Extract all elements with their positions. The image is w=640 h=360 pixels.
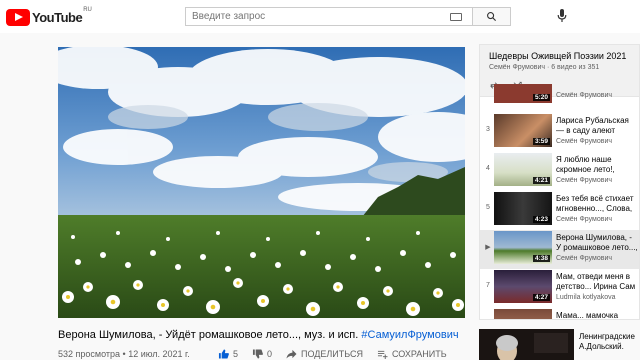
playlist-item-title: Лариса Рубальская — в саду алеют грозди,	[556, 116, 629, 135]
share-button[interactable]: ПОДЕЛИТЬСЯ	[286, 349, 363, 359]
playlist-item-channel: Семён Фрумович	[556, 138, 613, 145]
playlist-item[interactable]: 5:20 Семён Фрумович	[480, 84, 639, 104]
video-hashtag-link[interactable]: #СамуилФрумович	[361, 329, 458, 341]
save-playlist-icon	[377, 350, 388, 359]
youtube-logo[interactable]: YouTube RU	[6, 7, 92, 26]
now-playing-icon: ▶	[485, 244, 491, 251]
logo-region: RU	[83, 7, 92, 13]
playlist-item-thumbnail: 4:38	[494, 231, 552, 264]
playlist-item-thumbnail: 4:23	[494, 192, 552, 225]
like-count: 5	[233, 349, 239, 359]
recommended-video-title: Ленинградские А.Дольский.	[579, 332, 635, 352]
share-arrow-icon	[286, 349, 297, 359]
playlist-subtitle: Семён Фрумович · 6 видео из 351	[489, 64, 600, 71]
playlist-item-thumbnail: 5:20	[494, 84, 552, 103]
playlist-item-channel: Семён Фрумович	[556, 255, 613, 262]
playlist-item[interactable]: 8 Мама... мамочка	[480, 308, 639, 320]
search-icon	[487, 12, 497, 22]
microphone-icon[interactable]	[557, 9, 567, 23]
view-count: 532 просмотра	[58, 349, 121, 359]
playlist-item-channel: Ludmila kotlyakova	[556, 294, 616, 301]
playlist-item-thumbnail	[494, 309, 552, 319]
video-actions: 5 0 ПОДЕЛИТЬСЯ СОХРАНИТЬ	[218, 349, 461, 359]
upload-date: 12 июл. 2021 г.	[128, 349, 190, 359]
share-label: ПОДЕЛИТЬСЯ	[301, 349, 363, 359]
recommended-thumbnail-image	[479, 329, 574, 360]
video-title: Верона Шумилова, - Уйдёт ромашковое лето…	[58, 329, 459, 341]
playlist-item-index: 4	[486, 165, 490, 172]
dislike-button[interactable]: 0	[252, 349, 272, 359]
dislike-count: 0	[267, 349, 273, 359]
search-box	[185, 7, 511, 26]
playlist-panel: Шедевры Оживщей Поэзии 2021 Семён Фрумов…	[479, 44, 640, 320]
like-button[interactable]: 5	[218, 349, 238, 359]
logo-text: YouTube	[32, 9, 83, 25]
video-frame	[58, 47, 465, 318]
playlist-item-title: Без тебя всё стихает мгновенно..., Слова…	[556, 194, 634, 213]
playlist-item[interactable]: 3 3:59 Лариса Рубальская — в саду алеют …	[480, 113, 639, 152]
keyboard-icon[interactable]	[450, 13, 462, 21]
playlist-item-title: Мама... мамочка	[556, 311, 619, 320]
top-bar: YouTube RU	[0, 0, 640, 33]
playlist-item-current[interactable]: ▶ 4:38 Верона Шумилова, - У ромашковое л…	[480, 230, 639, 269]
playlist-item-channel: Семён Фрумович	[556, 92, 613, 99]
playlist-item-title: Верона Шумилова, - У ромашковое лето...,…	[556, 233, 638, 252]
video-meta: 532 просмотра • 12 июл. 2021 г.	[58, 349, 190, 359]
duration-badge: 3:59	[532, 138, 550, 145]
recommended-video[interactable]: Ленинградские А.Дольский.	[479, 329, 640, 360]
duration-badge: 4:38	[532, 255, 550, 262]
playlist-item-title: Мам, отведи меня в детство... Ирина Сам	[556, 272, 636, 291]
youtube-play-icon	[6, 8, 30, 26]
playlist-item-index: 5	[486, 204, 490, 211]
playlist-item-title: Я люблю наше скромное лето!, Стихи Лилия	[556, 155, 615, 174]
save-button[interactable]: СОХРАНИТЬ	[377, 349, 447, 359]
playlist-title[interactable]: Шедевры Оживщей Поэзии 2021	[489, 51, 639, 61]
search-input[interactable]	[186, 8, 450, 25]
duration-badge: 4:23	[532, 216, 550, 223]
playlist-item[interactable]: 5 4:23 Без тебя всё стихает мгновенно...…	[480, 191, 639, 230]
video-title-text: Верона Шумилова, - Уйдёт ромашковое лето…	[58, 329, 362, 341]
save-label: СОХРАНИТЬ	[391, 349, 447, 359]
duration-badge: 4:27	[532, 294, 550, 301]
playlist-item-channel: Семён Фрумович	[556, 216, 613, 223]
search-button[interactable]	[472, 8, 510, 25]
playlist-item[interactable]: 7 4:27 Мам, отведи меня в детство... Ири…	[480, 269, 639, 308]
playlist-item-thumbnail: 4:21	[494, 153, 552, 186]
playlist-item-thumbnail: 4:27	[494, 270, 552, 303]
thumbs-up-icon	[218, 349, 229, 359]
playlist-item-thumbnail: 3:59	[494, 114, 552, 147]
recommended-video-thumbnail	[479, 329, 574, 360]
playlist-item-index: 3	[486, 126, 490, 133]
recommended-title-line-2: А.Дольский.	[579, 342, 624, 351]
playlist-item[interactable]: 4 4:21 Я люблю наше скромное лето!, Стих…	[480, 152, 639, 191]
duration-badge: 4:21	[532, 177, 550, 184]
duration-badge: 5:20	[532, 94, 550, 101]
playlist-item-index: 7	[486, 282, 490, 289]
thumbs-down-icon	[252, 349, 263, 359]
video-player[interactable]	[58, 47, 465, 318]
recommended-title-line-1: Ленинградские	[579, 332, 635, 341]
playlist-item-channel: Семён Фрумович	[556, 177, 613, 184]
